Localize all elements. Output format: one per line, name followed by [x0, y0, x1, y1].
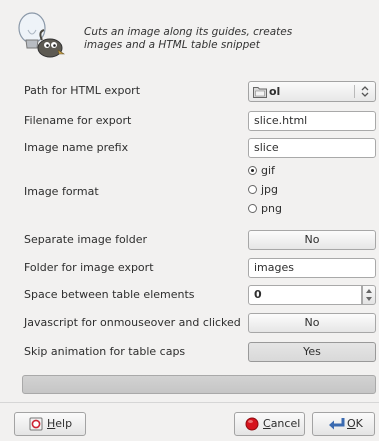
combo-arrows-icon — [361, 86, 369, 97]
row-separate-folder: Separate image folder No — [24, 230, 376, 250]
cancel-button[interactable]: Cancel — [234, 412, 305, 436]
dialog-description: Cuts an image along its guides, creates … — [84, 26, 292, 52]
path-value: ol — [269, 85, 281, 98]
spin-arrows-icon[interactable] — [362, 285, 376, 305]
filename-input[interactable]: slice.html — [248, 111, 376, 131]
gimp-lightbulb-logo-icon — [18, 12, 65, 58]
format-option-gif: gif — [261, 164, 275, 177]
format-radio-gif[interactable]: gif — [248, 163, 275, 179]
help-label: Help — [47, 413, 72, 435]
help-label-rest: elp — [55, 417, 73, 430]
row-image-folder: Folder for image export images — [24, 258, 376, 278]
ok-label-rest: K — [355, 417, 363, 430]
cancel-icon — [245, 417, 259, 431]
help-button[interactable]: Help — [14, 412, 86, 436]
cancel-mnemonic: C — [263, 417, 271, 430]
description-line-2: images and a HTML table snippet — [84, 39, 260, 51]
prefix-label: Image name prefix — [24, 141, 129, 154]
prefix-input[interactable]: slice — [248, 138, 376, 158]
folder-icon — [253, 87, 267, 98]
image-folder-input[interactable]: images — [248, 258, 376, 278]
cancel-label-rest: ancel — [270, 417, 301, 430]
path-label: Path for HTML export — [24, 84, 141, 97]
radio-selected-icon — [248, 166, 257, 175]
row-filename: Filename for export slice.html — [24, 111, 376, 131]
skip-animation-label: Skip animation for table caps — [24, 345, 186, 358]
radio-unselected-icon — [248, 185, 257, 194]
row-prefix: Image name prefix slice — [24, 138, 376, 158]
progress-bar — [22, 375, 376, 394]
row-javascript: Javascript for onmouseover and clicked N… — [24, 313, 376, 333]
dialog-header: Cuts an image along its guides, creates … — [14, 10, 364, 62]
row-path: Path for HTML export ol — [24, 81, 376, 102]
help-icon — [29, 417, 43, 431]
ok-label: OK — [347, 413, 363, 435]
javascript-label: Javascript for onmouseover and clicked — [24, 316, 241, 329]
ok-mnemonic: O — [347, 417, 356, 430]
javascript-toggle[interactable]: No — [248, 313, 376, 333]
format-option-png: png — [261, 202, 282, 215]
combo-separator — [354, 85, 355, 98]
space-input[interactable]: 0 — [248, 285, 362, 305]
path-combobox[interactable]: ol — [248, 81, 376, 102]
separate-folder-label: Separate image folder — [24, 233, 148, 246]
divider — [0, 402, 379, 403]
row-space: Space between table elements 0 — [24, 285, 376, 305]
space-label: Space between table elements — [24, 288, 195, 301]
row-format: Image format gif jpg png — [24, 163, 376, 221]
format-radio-jpg[interactable]: jpg — [248, 182, 278, 198]
ok-icon — [329, 418, 345, 430]
skip-animation-toggle[interactable]: Yes — [248, 342, 376, 362]
format-radio-png[interactable]: png — [248, 201, 282, 217]
cancel-label: Cancel — [263, 413, 300, 435]
row-skip-animation: Skip animation for table caps Yes — [24, 342, 376, 362]
format-option-jpg: jpg — [261, 183, 279, 196]
ok-button[interactable]: OK — [312, 412, 375, 436]
radio-unselected-icon — [248, 204, 257, 213]
filename-label: Filename for export — [24, 114, 132, 127]
image-folder-label: Folder for image export — [24, 261, 154, 274]
format-label: Image format — [24, 185, 99, 198]
description-line-1: Cuts an image along its guides, creates — [84, 26, 293, 38]
space-spinbutton[interactable]: 0 — [248, 285, 376, 305]
separate-folder-toggle[interactable]: No — [248, 230, 376, 250]
